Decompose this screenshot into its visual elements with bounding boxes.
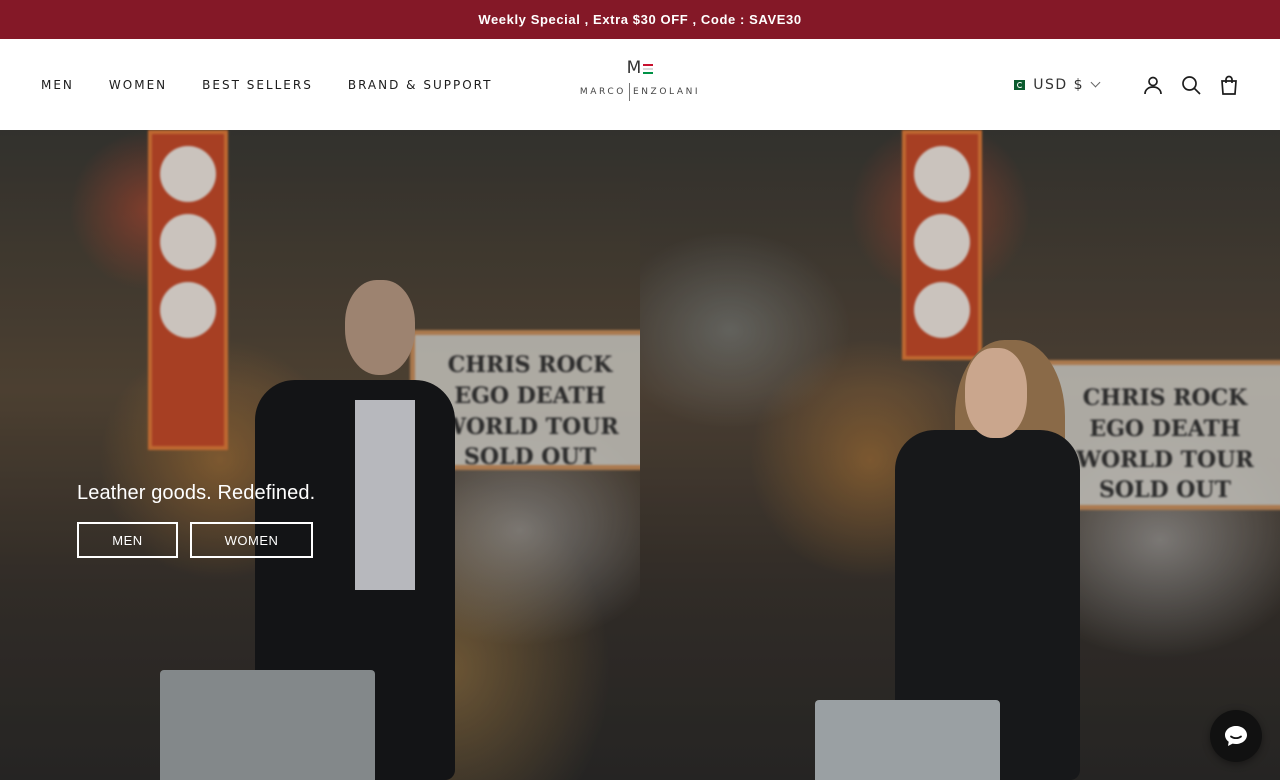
- logo-text-right: ENZOLANI: [632, 87, 701, 97]
- shop-men-button[interactable]: MEN: [77, 522, 178, 558]
- site-logo[interactable]: M MARCO ENZOLANI: [570, 57, 710, 109]
- nav-item-women[interactable]: WOMEN: [109, 78, 167, 92]
- cart-button[interactable]: [1219, 75, 1239, 95]
- logo-wordmark: MARCO ENZOLANI: [570, 83, 710, 101]
- chevron-down-icon: [1090, 77, 1101, 88]
- female-model-head: [965, 348, 1027, 438]
- chat-icon: [1225, 726, 1247, 746]
- announcement-bar: Weekly Special , Extra $30 OFF , Code : …: [0, 0, 1280, 39]
- nav-item-men[interactable]: MEN: [41, 78, 74, 92]
- nav-item-best-sellers[interactable]: BEST SELLERS: [202, 78, 313, 92]
- header-actions: USD $: [1011, 39, 1239, 130]
- logo-text-left: MARCO: [579, 87, 626, 97]
- nav-item-brand-support[interactable]: BRAND & SUPPORT: [348, 78, 493, 92]
- logo-letter: M: [626, 58, 642, 78]
- account-icon: [1144, 76, 1162, 94]
- pakistan-flag-icon: [1011, 79, 1026, 90]
- currency-label: USD $: [1033, 76, 1084, 93]
- cart-icon: [1221, 75, 1237, 95]
- hero-overlay-left: [0, 130, 640, 780]
- hero-heading: Leather goods. Redefined.: [77, 482, 316, 504]
- search-icon: [1182, 75, 1201, 95]
- main-nav: MEN WOMEN BEST SELLERS BRAND & SUPPORT: [41, 39, 492, 130]
- hero-buttons: MEN WOMEN: [77, 522, 315, 558]
- announcement-text: Weekly Special , Extra $30 OFF , Code : …: [478, 12, 802, 27]
- currency-selector[interactable]: USD $: [1011, 76, 1101, 93]
- logo-stripes-icon: [643, 64, 654, 74]
- hero-section: CHRIS ROCK EGO DEATH WORLD TOUR SOLD OUT…: [0, 130, 1280, 780]
- chat-button[interactable]: [1210, 710, 1262, 762]
- account-button[interactable]: [1143, 75, 1163, 95]
- hero-image-men: CHRIS ROCK EGO DEATH WORLD TOUR SOLD OUT: [0, 130, 640, 780]
- site-header: MEN WOMEN BEST SELLERS BRAND & SUPPORT M…: [0, 39, 1280, 130]
- shopping-bag-right: [815, 700, 1000, 780]
- logo-divider: [628, 83, 630, 101]
- shop-women-button[interactable]: WOMEN: [190, 522, 313, 558]
- logo-mark: M: [570, 57, 710, 79]
- hero-content: Leather goods. Redefined. MEN WOMEN: [77, 482, 315, 558]
- search-button[interactable]: [1181, 75, 1201, 95]
